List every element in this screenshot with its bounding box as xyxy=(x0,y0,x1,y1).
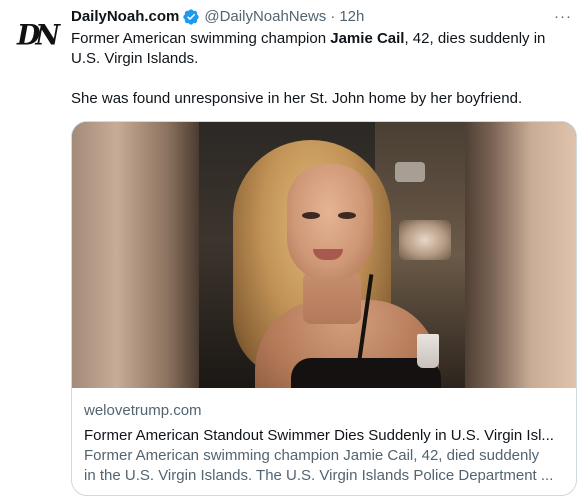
photo-eye-right xyxy=(338,212,356,219)
tweet-header: DailyNoah.com @DailyNoahNews · 12h ··· xyxy=(71,7,573,27)
tweet[interactable]: DN DailyNoah.com @DailyNoahNews · 12h ··… xyxy=(0,0,587,501)
more-horizontal-icon[interactable]: ··· xyxy=(553,7,573,27)
card-title[interactable]: Former American Standout Swimmer Dies Su… xyxy=(84,426,564,446)
photo-background-sign-top xyxy=(395,162,425,182)
photo-blur-left xyxy=(72,122,199,388)
card-body[interactable]: welovetrump.com Former American Standout… xyxy=(72,388,576,495)
photo-cup xyxy=(417,334,439,368)
photo-center xyxy=(199,122,465,388)
tweet-text-line-3: She was found unresponsive in her St. Jo… xyxy=(71,90,523,107)
author-handle[interactable]: @DailyNoahNews xyxy=(204,7,326,27)
article-photo[interactable] xyxy=(72,122,576,388)
card-description-line-1: Former American swimming champion Jamie … xyxy=(84,447,540,464)
author-display-name[interactable]: DailyNoah.com xyxy=(71,7,179,27)
photo-blur-right xyxy=(465,122,576,388)
link-preview-card[interactable]: welovetrump.com Former American Standout… xyxy=(71,121,577,496)
tweet-text-line-1: Former American swimming champion Jamie … xyxy=(71,29,571,49)
tweet-timestamp[interactable]: 12h xyxy=(339,7,364,27)
photo-eye-left xyxy=(302,212,320,219)
separator-dot: · xyxy=(330,8,336,25)
daily-noah-logo: DN xyxy=(16,18,60,52)
verified-badge-icon[interactable] xyxy=(182,8,200,26)
card-domain[interactable]: welovetrump.com xyxy=(84,401,564,421)
photo-face xyxy=(287,164,373,282)
tweet-text-bold-name: Jamie Cail xyxy=(330,30,405,47)
tweet-text-pre: Former American swimming champion xyxy=(71,30,331,47)
card-description-line-2: in the U.S. Virgin Islands. The U.S. Vir… xyxy=(84,467,554,484)
avatar[interactable]: DN xyxy=(15,14,60,56)
tweet-text: Former American swimming champion Jamie … xyxy=(71,29,571,109)
photo-background-sign xyxy=(399,220,451,260)
tweet-text-post: , 42, dies suddenly in xyxy=(404,30,546,47)
card-description: Former American swimming champion Jamie … xyxy=(84,446,564,486)
tweet-text-line-2: U.S. Virgin Islands. xyxy=(71,50,199,67)
